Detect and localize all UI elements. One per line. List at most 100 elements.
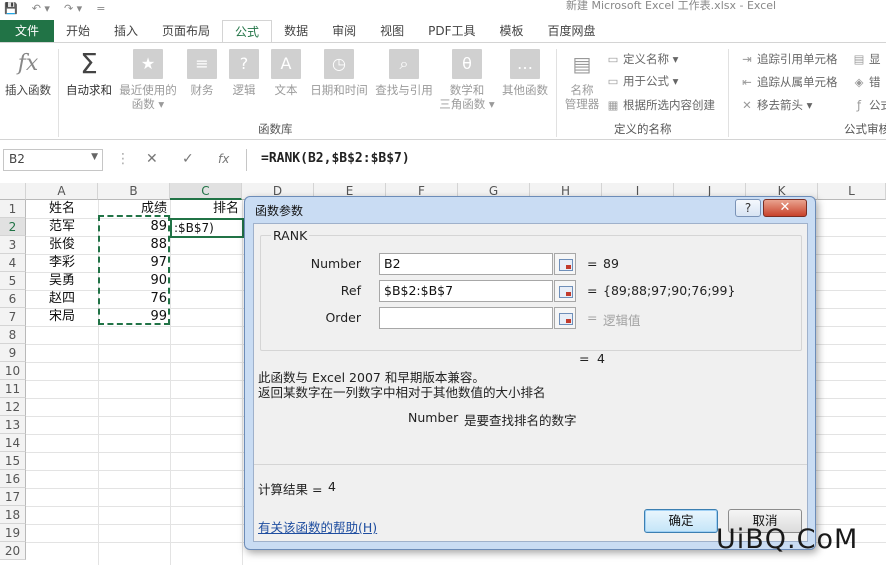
insert-function-fx-icon[interactable]: fx [218, 152, 229, 166]
row-header[interactable]: 20 [0, 542, 26, 560]
logical-button[interactable]: ? 逻辑 [226, 49, 262, 97]
error-checking-button[interactable]: ◈ 错 [852, 74, 881, 90]
customize-qat-icon[interactable]: = [96, 2, 105, 15]
defined-names-label: 定义的名称 [614, 122, 672, 136]
quick-access-toolbar: 💾 ↶ ▾ ↷ ▾ = [4, 0, 105, 16]
date-time-button[interactable]: ◷ 日期和时间 [308, 49, 370, 97]
header-cell-name[interactable]: 姓名 [26, 200, 98, 218]
tab-insert[interactable]: 插入 [102, 20, 150, 42]
column-header[interactable]: L [818, 183, 886, 200]
define-name-button[interactable]: ▭ 定义名称 ▾ [606, 51, 679, 67]
use-in-formula-button[interactable]: ▭ 用于公式 ▾ [606, 73, 679, 89]
formula-result-equals: = [579, 351, 590, 366]
arg-input-number[interactable]: B2 [379, 253, 553, 275]
arg-label-ref: Ref [340, 283, 361, 298]
formula-auditing-label: 公式审核 [844, 122, 886, 136]
collapse-dialog-icon[interactable] [554, 253, 576, 275]
name-cell[interactable]: 赵四 [26, 290, 98, 308]
lookup-reference-button[interactable]: ⌕ 查找与引用 [372, 49, 436, 97]
trace-precedents-button[interactable]: ⇥ 追踪引用单元格 [740, 51, 837, 67]
active-cell[interactable]: :$B$7) [170, 218, 244, 238]
tab-review[interactable]: 审阅 [320, 20, 368, 42]
arg-input-order[interactable] [379, 307, 553, 329]
more-functions-button[interactable]: … 其他函数 [498, 49, 552, 97]
column-header[interactable]: A [26, 183, 98, 200]
row-header[interactable]: 4 [0, 254, 26, 272]
row-header[interactable]: 19 [0, 524, 26, 542]
trace-dependents-button[interactable]: ⇤ 追踪从属单元格 [740, 74, 837, 90]
row-header[interactable]: 6 [0, 290, 26, 308]
row-header[interactable]: 13 [0, 416, 26, 434]
tab-page-layout[interactable]: 页面布局 [150, 20, 222, 42]
name-cell[interactable]: 张俊 [26, 236, 98, 254]
row-header[interactable]: 1 [0, 200, 26, 218]
financial-button[interactable]: ≡ 财务 [184, 49, 220, 97]
arg-label-order: Order [325, 310, 361, 325]
function-help-link[interactable]: 有关该函数的帮助(H) [258, 517, 377, 536]
row-header[interactable]: 2 [0, 218, 26, 236]
tab-templates[interactable]: 模板 [488, 20, 536, 42]
name-box[interactable]: B2 ▼ [3, 149, 103, 171]
autosum-button[interactable]: Σ 自动求和 [62, 49, 116, 98]
chevron-down-icon[interactable]: ▼ [91, 152, 98, 162]
row-header[interactable]: 3 [0, 236, 26, 254]
name-cell[interactable]: 范军 [26, 218, 98, 236]
enter-check-icon[interactable]: ✓ [182, 151, 194, 167]
tab-pdf-tools[interactable]: PDF工具 [416, 20, 487, 42]
save-icon[interactable]: 💾 [4, 2, 18, 15]
tab-formulas[interactable]: 公式 [222, 20, 273, 43]
tab-file[interactable]: 文件 [0, 20, 54, 42]
row-header[interactable]: 9 [0, 344, 26, 362]
row-header[interactable]: 11 [0, 380, 26, 398]
row-header[interactable]: 8 [0, 326, 26, 344]
editing-text: :$B$7) [174, 221, 214, 235]
column-header[interactable]: C [170, 183, 242, 200]
formula-input[interactable]: =RANK(B2,$B$2:$B$7) [246, 149, 886, 171]
formula-bar: B2 ▼ ⋮ ✕ ✓ fx =RANK(B2,$B$2:$B$7) [0, 148, 886, 174]
cancel-icon[interactable]: ✕ [146, 151, 158, 167]
ribbon-tabs: 文件 开始 插入 页面布局 公式 数据 审阅 视图 PDF工具 模板 百度网盘 [0, 20, 886, 43]
show-formulas-icon: ▤ [853, 52, 865, 66]
drag-handle-icon[interactable]: ⋮ [116, 151, 130, 167]
row-header[interactable]: 14 [0, 434, 26, 452]
undo-icon[interactable]: ↶ ▾ [32, 2, 50, 15]
math-trig-button[interactable]: θ 数学和 三角函数 ▾ [438, 49, 496, 111]
collapse-dialog-icon[interactable] [554, 307, 576, 329]
dialog-close-button[interactable]: ✕ [763, 199, 807, 217]
tab-data[interactable]: 数据 [272, 20, 320, 42]
row-header[interactable]: 10 [0, 362, 26, 380]
tab-baidu-netdisk[interactable]: 百度网盘 [536, 20, 608, 42]
row-header[interactable]: 15 [0, 452, 26, 470]
function-arguments-dialog: 函数参数 ? ✕ RANK Number B2 = 89 Ref $B$2:$B… [244, 196, 816, 550]
name-cell[interactable]: 吴勇 [26, 272, 98, 290]
remove-arrows-button[interactable]: ✕ 移去箭头 ▾ [740, 97, 812, 113]
tab-view[interactable]: 视图 [368, 20, 416, 42]
row-header[interactable]: 7 [0, 308, 26, 326]
collapse-dialog-icon[interactable] [554, 280, 576, 302]
create-from-selection-button[interactable]: ▦ 根据所选内容创建 [606, 97, 715, 113]
insert-function-button[interactable]: fx 插入函数 [2, 49, 54, 98]
show-formulas-button[interactable]: ▤ 显 [852, 51, 881, 67]
formula-tag-icon: ▭ [607, 74, 619, 88]
arg-input-ref[interactable]: $B$2:$B$7 [379, 280, 553, 302]
row-header[interactable]: 18 [0, 506, 26, 524]
evaluate-formula-icon: ƒ [856, 98, 862, 112]
row-header[interactable]: 16 [0, 470, 26, 488]
select-all-corner[interactable] [0, 183, 26, 200]
name-cell[interactable]: 宋局 [26, 308, 98, 326]
ok-button[interactable]: 确定 [644, 509, 718, 533]
name-cell[interactable]: 李彩 [26, 254, 98, 272]
text-button[interactable]: A 文本 [268, 49, 304, 97]
dialog-help-button[interactable]: ? [735, 199, 761, 217]
magnifier-book-icon: ⌕ [389, 49, 419, 79]
row-header[interactable]: 12 [0, 398, 26, 416]
column-header[interactable]: B [98, 183, 170, 200]
evaluate-formula-button[interactable]: ƒ公式 [852, 97, 886, 113]
row-header[interactable]: 17 [0, 488, 26, 506]
name-manager-button[interactable]: ▤ 名称 管理器 [560, 49, 604, 111]
tab-home[interactable]: 开始 [54, 20, 102, 42]
row-header[interactable]: 5 [0, 272, 26, 290]
redo-icon[interactable]: ↷ ▾ [64, 2, 82, 15]
header-cell-rank[interactable]: 排名 [170, 200, 242, 218]
recently-used-button[interactable]: ★ 最近使用的 函数 ▾ [116, 49, 180, 111]
